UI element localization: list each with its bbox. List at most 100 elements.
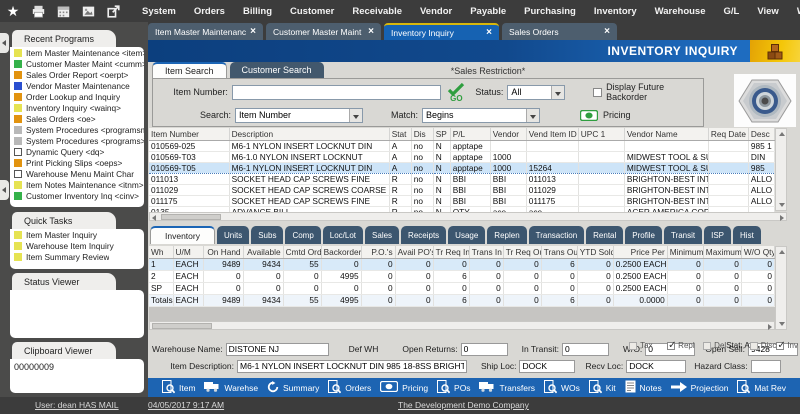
menu-item-warehouse[interactable]: Warehouse <box>647 4 714 19</box>
tab-comp[interactable]: Comp <box>285 226 320 244</box>
sidebar-item-item-summary-review[interactable]: Item Summary Review <box>10 251 144 262</box>
column-header-backorder[interactable]: Backorder <box>321 246 361 258</box>
sidebar-item-item-master-maintenance-item[interactable]: Item Master Maintenance <item> <box>10 47 144 58</box>
sidebar-item-warehouse-item-inquiry[interactable]: Warehouse Item Inquiry <box>10 240 144 251</box>
menu-item-customer[interactable]: Customer <box>282 4 342 19</box>
window-tab-inventory-inquiry[interactable]: Inventory Inquiry <box>384 23 499 40</box>
column-header-maximum[interactable]: Maximum <box>703 246 741 258</box>
close-tab-icon[interactable] <box>486 27 492 38</box>
table-row[interactable]: 010569-T05M6-1 NYLON INSERT LOCKNUT DINA… <box>149 162 775 173</box>
toolbar-button-notes[interactable]: Notes <box>625 380 662 395</box>
menu-item-receivable[interactable]: Receivable <box>344 4 410 19</box>
column-header-item-number[interactable]: Item Number <box>149 128 229 140</box>
flag-repl[interactable]: Repl <box>667 340 703 351</box>
tab-usage[interactable]: Usage <box>448 226 485 244</box>
inventory-grid-vertical-scrollbar[interactable] <box>775 246 787 330</box>
recv-loc-input[interactable] <box>626 360 686 373</box>
toolbar-button-pricing[interactable]: Pricing <box>380 381 428 394</box>
table-row[interactable]: 010569-025M6-1 NYLON INSERT LOCKNUT DINA… <box>149 140 775 151</box>
sidebar-item-inventory-inquiry-wainq[interactable]: Inventory Inquiry <wainq> <box>10 102 144 113</box>
column-header-trans-out[interactable]: Trans Out <box>541 246 577 258</box>
toolbar-button-transfers[interactable]: Transfers <box>479 381 535 394</box>
sidebar-collapse-icon[interactable] <box>0 33 9 53</box>
column-header-dis[interactable]: Dis <box>411 128 433 140</box>
tab-transaction[interactable]: Transaction <box>529 226 585 244</box>
table-row[interactable]: TotalsEACH9489943455499500600600.0000000 <box>149 294 775 306</box>
table-row[interactable]: 011029SOCKET HEAD CAP SCREWS COARSERnoNB… <box>149 184 775 195</box>
sidebar-item-sales-orders-oe[interactable]: Sales Orders <oe> <box>10 113 144 124</box>
company-link[interactable]: The Development Demo Company <box>398 400 529 410</box>
column-header-u-m[interactable]: U/M <box>173 246 203 258</box>
tab-inventory[interactable]: Inventory <box>150 226 215 244</box>
column-header-description[interactable]: Description <box>229 128 389 140</box>
flag-inv[interactable]: Inv <box>776 340 798 351</box>
toolbar-button-summary[interactable]: Summary <box>267 381 319 395</box>
scrollbar-thumb[interactable] <box>152 323 212 329</box>
table-row[interactable]: 010569-T03M6-1.0 NYLON INSERT LOCKNUTAno… <box>149 151 775 162</box>
sidebar-item-sales-order-report-oerpt[interactable]: Sales Order Report <oerpt> <box>10 69 144 80</box>
toolbar-button-kit[interactable]: Kit <box>589 380 616 396</box>
export-icon[interactable] <box>106 4 120 18</box>
menu-item-orders[interactable]: Orders <box>186 4 233 19</box>
column-header-cmtd-ord[interactable]: Cmtd Ord <box>283 246 321 258</box>
item-description-input[interactable] <box>237 360 467 373</box>
flag-del[interactable]: Del <box>703 340 726 351</box>
tab-isp[interactable]: ISP <box>704 226 731 244</box>
flag-disc[interactable]: Disc <box>750 340 777 351</box>
toolbar-button-wos[interactable]: WOs <box>544 380 580 396</box>
sidebar-item-vendor-master-maintenance[interactable]: Vendor Master Maintenance <box>10 80 144 91</box>
window-tab-item-master-maintenance[interactable]: Item Master Maintenance <box>148 23 263 40</box>
tab-sales[interactable]: Sales <box>365 226 399 244</box>
chevron-down-icon[interactable] <box>551 86 564 99</box>
menu-item-vendor[interactable]: Vendor <box>412 4 460 19</box>
tab-customer-search[interactable]: Customer Search <box>230 62 324 78</box>
sidebar-collapse-icon[interactable] <box>0 180 9 200</box>
close-tab-icon[interactable] <box>368 26 374 37</box>
pricing-button[interactable]: Pricing <box>580 110 631 121</box>
close-tab-icon[interactable] <box>250 26 256 37</box>
column-header-p-l[interactable]: P/L <box>450 128 490 140</box>
column-header-price-per[interactable]: Price Per <box>613 246 667 258</box>
menu-item-window[interactable]: Window <box>789 4 800 19</box>
sidebar-item-system-procedures-programs[interactable]: System Procedures <programs> <box>10 135 144 146</box>
in-transit-input[interactable] <box>562 343 609 356</box>
menu-item-g-l[interactable]: G/L <box>716 4 748 19</box>
go-button[interactable]: GO <box>447 83 465 102</box>
toolbar-button-pos[interactable]: POs <box>437 380 471 396</box>
column-header-tr-req-out[interactable]: Tr Req Out <box>503 246 541 258</box>
item-grid-vertical-scrollbar[interactable] <box>775 128 787 211</box>
search-by-select[interactable]: Item Number <box>235 108 363 123</box>
column-header-vendor-name[interactable]: Vendor Name <box>624 128 708 140</box>
column-header-trans-in[interactable]: Trans In <box>469 246 503 258</box>
column-header-p-o-s[interactable]: P.O.'s <box>361 246 395 258</box>
scrollbar-thumb[interactable] <box>161 214 221 220</box>
item-number-input[interactable] <box>232 85 442 100</box>
column-header-wh[interactable]: Wh <box>149 246 173 258</box>
close-tab-icon[interactable] <box>604 26 610 37</box>
sidebar-item-item-master-inquiry[interactable]: Item Master Inquiry <box>10 229 144 240</box>
sidebar-item-order-lookup-and-inquiry[interactable]: Order Lookup and Inquiry <box>10 91 144 102</box>
tab-hist[interactable]: Hist <box>733 226 761 244</box>
column-header-minimum[interactable]: Minimum <box>667 246 703 258</box>
column-header-w-o-qty[interactable]: W/O Qty <box>741 246 774 258</box>
sidebar-item-warehouse-menu-maint-char[interactable]: Warehouse Menu Maint Char <box>10 168 144 179</box>
toolbar-button-warehse[interactable]: Warehse <box>204 381 258 394</box>
menu-item-inventory[interactable]: Inventory <box>586 4 645 19</box>
window-tab-customer-master-maint[interactable]: Customer Master Maint <box>266 23 381 40</box>
match-select[interactable]: Begins <box>422 108 540 123</box>
toolbar-button-projection[interactable]: Projection <box>671 382 729 394</box>
toolbar-button-item[interactable]: Item <box>162 380 196 396</box>
table-row[interactable]: 1EACH9489943455000000600.2500 EACH000 <box>149 258 775 270</box>
toolbar-button-mat-rev[interactable]: Mat Rev <box>737 380 786 396</box>
column-header-desc[interactable]: Desc <box>748 128 774 140</box>
menu-item-view[interactable]: View <box>749 4 786 19</box>
scroll-left-icon[interactable] <box>152 215 156 221</box>
sidebar-item-customer-inventory-inq-cinv[interactable]: Customer Inventory Inq <cinv> <box>10 190 144 201</box>
tab-profile[interactable]: Profile <box>625 226 662 244</box>
column-header-stat[interactable]: Stat <box>389 128 411 140</box>
sidebar-item-print-picking-slips-oeps[interactable]: Print Picking Slips <oeps> <box>10 157 144 168</box>
column-header-vend-item-id[interactable]: Vend Item ID <box>526 128 578 140</box>
tab-loc-lot[interactable]: Loc/Lot <box>323 226 363 244</box>
status-select[interactable]: All <box>507 85 565 100</box>
menu-item-billing[interactable]: Billing <box>235 4 280 19</box>
